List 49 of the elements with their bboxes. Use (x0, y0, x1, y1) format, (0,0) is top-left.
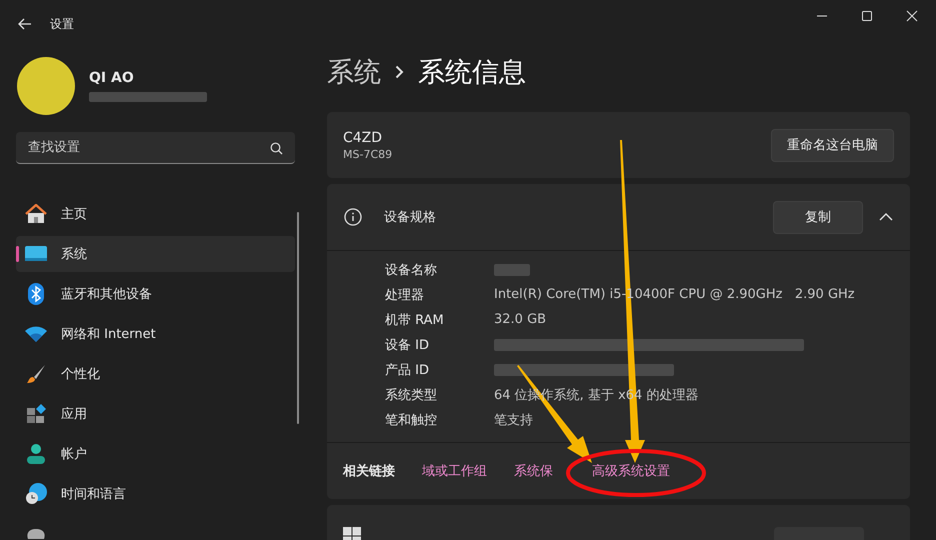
monitor-icon (25, 246, 47, 262)
section-title: 设备规格 (384, 209, 436, 226)
breadcrumb-parent[interactable]: 系统 (327, 54, 381, 90)
spec-label: 产品 ID (385, 362, 430, 378)
wifi-icon (25, 326, 47, 342)
spec-label: 设备名称 (385, 262, 438, 278)
nav-item[interactable]: 网络和 Internet (16, 316, 295, 352)
nav-item[interactable]: 时间和语言 (16, 476, 295, 512)
user-name: QI AO (89, 70, 135, 86)
globe-clock-icon (25, 483, 47, 505)
nav-item[interactable]: 应用 (16, 396, 295, 432)
nav-item[interactable]: 系统 (16, 236, 295, 272)
search-field[interactable]: 查找设置 (16, 132, 295, 164)
apps-icon (25, 404, 47, 424)
device-model: MS-7C89 (343, 148, 392, 160)
windows-logo-icon (343, 527, 361, 540)
link[interactable]: 域或工作组 (422, 462, 514, 480)
close-icon[interactable] (906, 10, 918, 22)
link[interactable]: 高级系统设置 (592, 462, 910, 480)
device-name: C4ZD (343, 130, 384, 146)
back-icon[interactable] (18, 18, 32, 30)
spec-value: 32.0 GB (494, 312, 546, 327)
window-title: 设置 (50, 16, 74, 32)
bluetooth-icon (25, 283, 47, 305)
spec-label: 机带 RAM (385, 312, 445, 328)
nav-item[interactable]: 主页 (16, 196, 295, 232)
gamepad-icon (25, 529, 47, 539)
maximize-icon[interactable] (861, 10, 873, 22)
link[interactable]: 系统保 (514, 462, 592, 480)
nav-item[interactable]: 帐户 (16, 436, 295, 472)
chevron-icon[interactable] (879, 213, 893, 221)
person-icon (25, 444, 47, 464)
redacted-block (494, 264, 530, 276)
related-links-label: 相关链接 (343, 462, 396, 480)
search-icon (270, 142, 283, 155)
spec-label: 系统类型 (385, 386, 438, 404)
nav-item[interactable]: 蓝牙和其他设备 (16, 276, 295, 312)
copy-button[interactable]: 复制 (773, 200, 863, 234)
house-icon (25, 204, 47, 224)
nav-item[interactable]: 个性化 (16, 356, 295, 392)
info-icon (344, 208, 362, 226)
chevron-right-icon (395, 65, 404, 79)
brush-icon (25, 364, 47, 384)
spec-value: 笔支持 (494, 412, 533, 428)
spec-label: 笔和触控 (385, 412, 438, 428)
spec-label: 设备 ID (385, 336, 430, 354)
rename-button[interactable]: 重命名这台电脑 (771, 128, 894, 162)
spec-label: 处理器 (385, 286, 425, 304)
page-title: 系统信息 (418, 56, 526, 90)
